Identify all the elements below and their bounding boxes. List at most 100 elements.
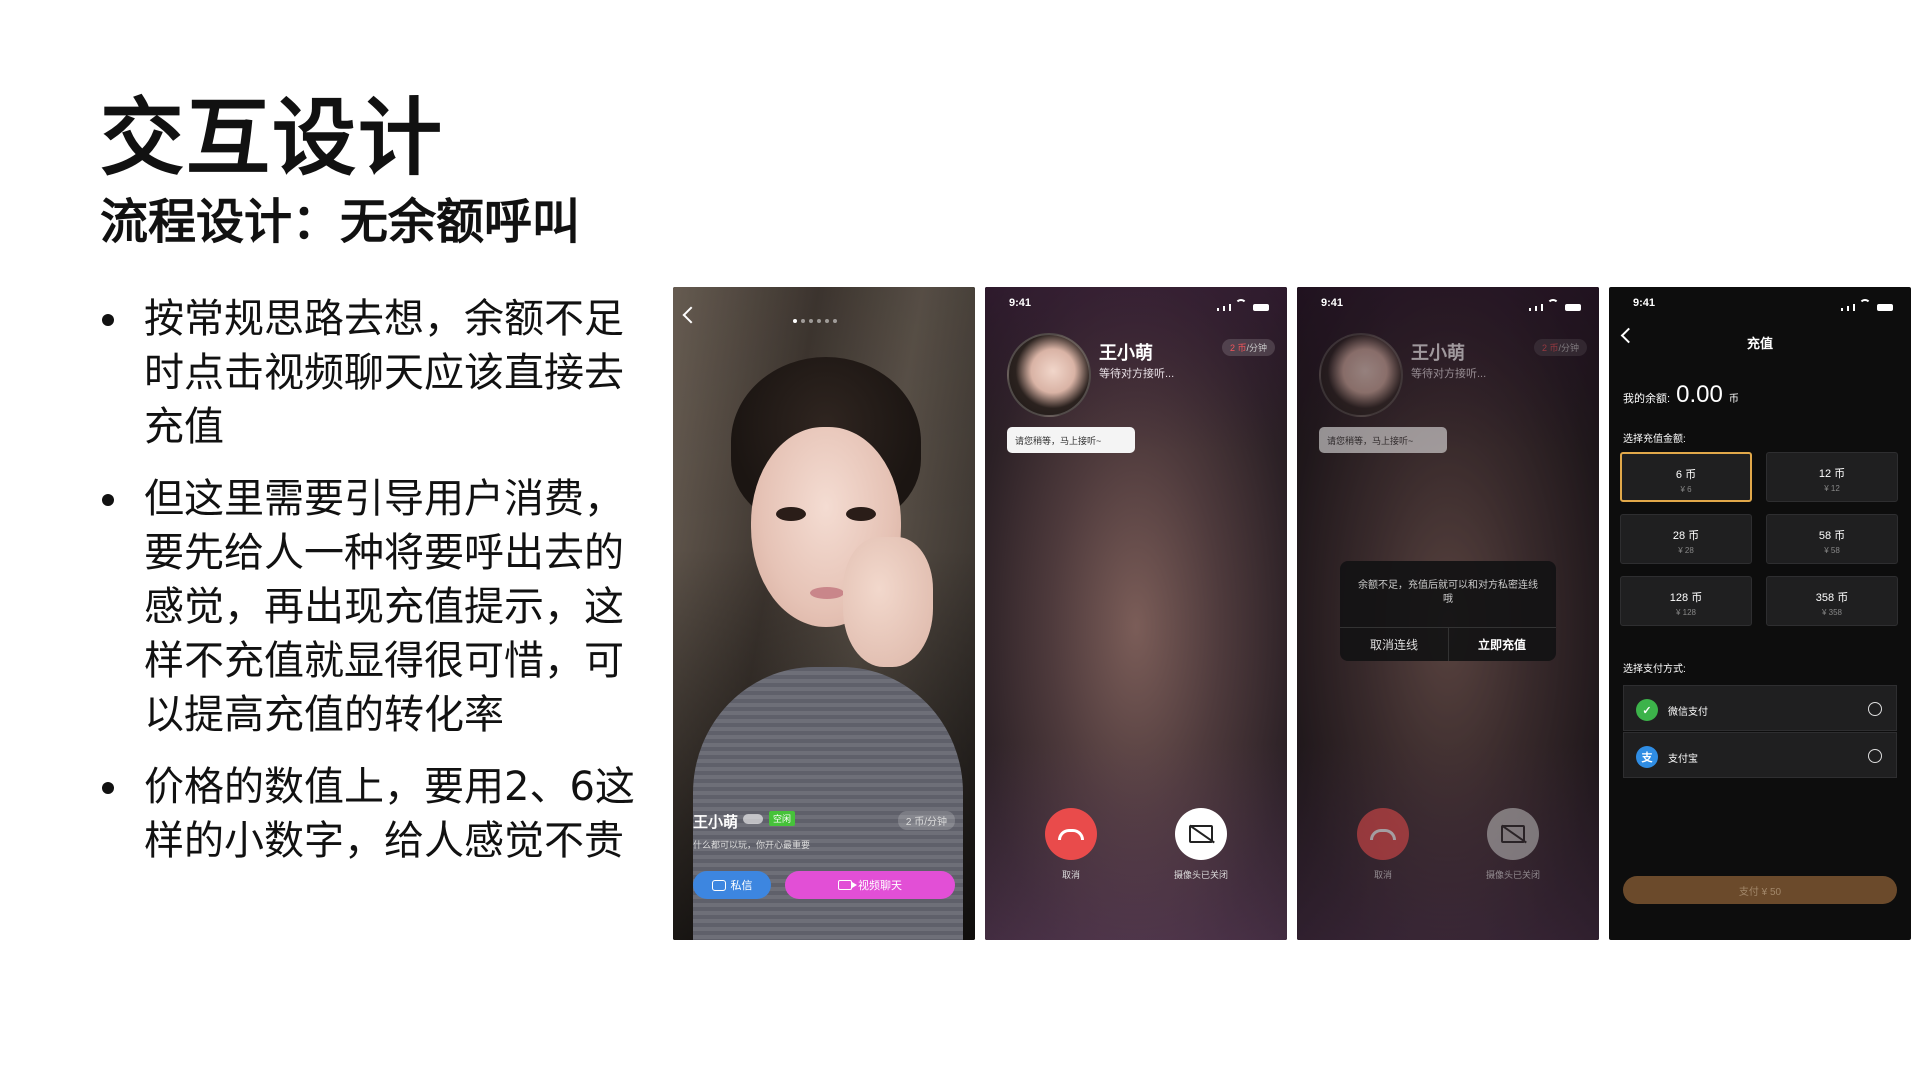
status-time: 9:41 [1633, 297, 1656, 309]
bullet-text: 价格的数值上，要用2、6这样的小数字，给人感觉不贵 [144, 764, 635, 864]
calling-screen: 9:41 王小萌 等待对方接听... 2 币/分钟 请您稍等，马上接听~ 取消 … [985, 287, 1287, 940]
status-bar: 9:41 [1297, 297, 1599, 311]
profile-photo-hand [843, 537, 933, 667]
cancel-label: 取消 [1061, 870, 1080, 880]
bullet-dot-icon [102, 782, 114, 794]
package-option[interactable]: 6 币 ¥ 6 [1620, 452, 1752, 502]
page-title: 充值 [1746, 336, 1773, 351]
recharge-dialog: 余额不足，充值后就可以和对方私密连线哦 取消连线 立即充值 [1340, 561, 1556, 661]
package-price: ¥ 128 [1675, 608, 1697, 617]
camera-button-circle[interactable] [1487, 808, 1539, 860]
rate-unit: /分钟 [1558, 343, 1579, 353]
payment-label: 支付宝 [1668, 754, 1698, 765]
wifi-icon [1235, 299, 1247, 311]
rate-value: 2 币 [1229, 343, 1247, 353]
slide: 交互设计 流程设计：无余额呼叫 按常规思路去想，余额不足时点击视频聊天应该直接去… [0, 0, 1920, 1080]
payment-section-label: 选择支付方式: [1623, 664, 1686, 675]
signal-icon [1217, 308, 1219, 311]
slide-title: 交互设计 [100, 89, 445, 187]
wait-tip: 请您稍等，马上接听~ [1319, 427, 1447, 453]
payment-option-alipay[interactable]: 支 支付宝 [1623, 732, 1897, 778]
hangup-icon [1058, 828, 1084, 840]
bullet-item: 按常规思路去想，余额不足时点击视频聊天应该直接去充值 [100, 292, 640, 454]
radio-button[interactable] [1868, 749, 1882, 763]
package-coins: 6 币 [1675, 469, 1697, 481]
video-camera-icon [838, 880, 857, 890]
cancel-call-button[interactable]: 取消 [1357, 808, 1409, 881]
pay-button[interactable]: 支付 ¥ 50 [1623, 876, 1897, 904]
profile-photo-eye [846, 507, 876, 521]
video-chat-button-label: 视频聊天 [858, 880, 902, 892]
avatar [1007, 333, 1091, 417]
rate-badge: 2 币/分钟 [1221, 339, 1275, 356]
profile-photo-eye [776, 507, 806, 521]
package-option[interactable]: 58 币 ¥ 58 [1766, 514, 1898, 564]
alipay-icon: 支 [1636, 746, 1658, 768]
rate-badge: 2 币/分钟 [1533, 339, 1587, 356]
cancel-label: 取消 [1373, 870, 1392, 880]
profile-photo-body [693, 667, 963, 940]
profile-bio: 什么都可以玩，你开心最重要 [693, 840, 811, 850]
signal-icon [1229, 304, 1231, 311]
rate-badge: 2 币/分钟 [897, 811, 955, 830]
camera-toggle-button[interactable]: 摄像头已关闭 [1174, 808, 1228, 881]
video-chat-button[interactable]: 视频聊天 [785, 871, 955, 899]
waiting-text: 等待对方接听... [1411, 368, 1487, 380]
photo-page-indicator[interactable] [793, 319, 837, 323]
profile-name: 王小萌 [693, 814, 739, 831]
package-coins: 128 币 [1669, 592, 1703, 604]
battery-icon [1877, 304, 1893, 311]
hangup-button-circle[interactable] [1045, 808, 1097, 860]
package-option[interactable]: 28 币 ¥ 28 [1620, 514, 1752, 564]
recharge-screen: 9:41 充值 我的余额: 0.00 币 选择充值金额: 6 币 ¥ 6 12 … [1609, 287, 1911, 940]
dialog-message: 余额不足，充值后就可以和对方私密连线哦 [1358, 580, 1538, 605]
radio-button[interactable] [1868, 702, 1882, 716]
cancel-call-button[interactable]: 取消 [1045, 808, 1097, 881]
camera-off-icon [1501, 825, 1525, 843]
battery-icon [1565, 304, 1581, 311]
message-button[interactable]: 私信 [693, 871, 771, 899]
signal-icon [1529, 308, 1531, 311]
hangup-icon [1370, 828, 1396, 840]
signal-icon [1853, 304, 1855, 311]
status-bar: 9:41 [985, 297, 1287, 311]
rate-unit: /分钟 [1246, 343, 1267, 353]
camera-button-circle[interactable] [1175, 808, 1227, 860]
package-price: ¥ 12 [1824, 484, 1840, 493]
package-option[interactable]: 12 币 ¥ 12 [1766, 452, 1898, 502]
page-dot [833, 319, 837, 323]
hangup-button-circle[interactable] [1357, 808, 1409, 860]
payment-option-wechat[interactable]: ✓ 微信支付 [1623, 685, 1897, 731]
amount-section-label: 选择充值金额: [1623, 434, 1686, 445]
caller-info: 王小萌 等待对方接听... [1319, 333, 1486, 417]
bullet-item: 价格的数值上，要用2、6这样的小数字，给人感觉不贵 [100, 760, 640, 868]
chat-icon [711, 879, 726, 891]
package-price: ¥ 358 [1821, 608, 1843, 617]
bullet-dot-icon [102, 494, 114, 506]
package-option[interactable]: 358 币 ¥ 358 [1766, 576, 1898, 626]
page-dot [817, 319, 821, 323]
balance-unit: 币 [1728, 394, 1739, 405]
package-option[interactable]: 128 币 ¥ 128 [1620, 576, 1752, 626]
balance-label: 我的余额: [1623, 393, 1671, 405]
cancel-connection-button[interactable]: 取消连线 [1340, 627, 1448, 661]
rate-value: 2 币 [1541, 343, 1559, 353]
slide-subtitle: 流程设计：无余额呼叫 [100, 194, 581, 250]
camera-toggle-button[interactable]: 摄像头已关闭 [1486, 808, 1540, 881]
balance-display: 我的余额: 0.00 币 [1623, 381, 1739, 409]
waiting-text: 等待对方接听... [1099, 368, 1175, 380]
status-icons [1841, 299, 1893, 311]
package-price: ¥ 28 [1678, 546, 1694, 555]
bullet-dot-icon [102, 314, 114, 326]
page-dot [809, 319, 813, 323]
package-coins: 28 币 [1672, 530, 1700, 542]
recharge-now-button[interactable]: 立即充值 [1448, 627, 1556, 661]
wechat-pay-icon: ✓ [1636, 699, 1658, 721]
caller-name: 王小萌 [1099, 343, 1153, 363]
wait-tip: 请您稍等，马上接听~ [1007, 427, 1135, 453]
bullet-text: 但这里需要引导用户消费，要先给人一种将要呼出去的感觉，再出现充值提示，这样不充值… [144, 476, 624, 738]
package-price: ¥ 6 [1680, 485, 1692, 494]
status-time: 9:41 [1009, 297, 1032, 309]
bullet-list: 按常规思路去想，余额不足时点击视频聊天应该直接去充值 但这里需要引导用户消费，要… [100, 292, 640, 886]
page-dot [793, 319, 797, 323]
